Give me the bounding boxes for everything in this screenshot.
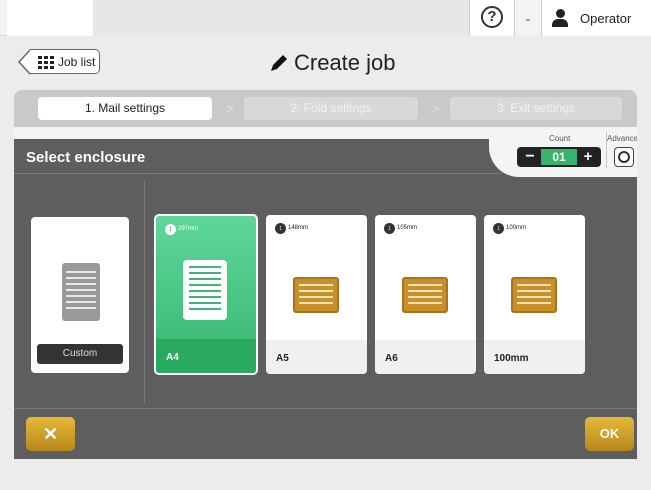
count-stepper: − 01 + [517,147,601,167]
chevron-right-icon: > [432,101,440,116]
document-icon [511,277,557,313]
gear-icon [618,151,630,163]
enclosure-name: 100mm [494,353,529,364]
enclosure-card-a5[interactable]: ↕ 148mm A5 [266,215,367,374]
help-button[interactable]: ? [469,0,514,36]
document-icon [62,263,100,321]
status-area [93,0,469,36]
enclosure-card-custom[interactable]: Custom [31,217,129,373]
help-icon: ? [481,6,503,28]
step-fold-settings[interactable]: 2. Fold settings [244,97,418,120]
top-bar: ? ⌄ Operator [0,0,651,36]
ok-button[interactable]: OK [585,417,634,451]
document-icon [402,277,448,313]
pencil-icon [271,55,287,71]
advanced-button[interactable] [614,147,634,167]
enclosure-card-a4[interactable]: ↕ 297mm A4 [154,214,258,375]
enclosure-card-100mm[interactable]: ↕ 100mm 100mm [484,215,585,374]
chevron-right-icon: > [226,101,234,116]
divider [144,181,145,403]
user-label: Operator [580,11,632,26]
count-label: Count [549,134,571,143]
height-icon: ↕ [275,223,286,234]
document-icon [293,277,339,313]
enclosure-name: A4 [166,352,179,363]
job-list-button[interactable]: Job list [30,49,100,74]
top-left-area [7,0,93,36]
step-progress: 1. Mail settings > 2. Fold settings > 3.… [14,90,637,127]
chevron-down-icon[interactable]: ⌄ [514,0,541,36]
step-mail-settings[interactable]: 1. Mail settings [38,97,212,120]
user-menu[interactable]: Operator [541,0,651,36]
enclosure-panel: Select enclosure Count − 01 + Advanced C… [14,127,637,459]
count-increment-button[interactable]: + [579,149,597,165]
height-icon: ↕ [165,224,176,235]
count-value: 01 [541,149,577,165]
user-icon [552,9,568,27]
enclosure-name: A5 [276,353,289,364]
cancel-button[interactable]: ✕ [26,417,75,451]
height-icon: ↕ [493,223,504,234]
panel-title: Select enclosure [26,149,146,166]
enclosure-name: A6 [385,353,398,364]
advanced-label: Advanced [607,134,637,143]
height-icon: ↕ [384,223,395,234]
document-icon [183,260,227,320]
step-exit-settings[interactable]: 3. Exit settings [450,97,622,120]
count-decrement-button[interactable]: − [521,149,539,165]
custom-button[interactable]: Custom [37,344,123,364]
enclosure-card-a6[interactable]: ↕ 105mm A6 [375,215,476,374]
grid-icon [38,56,54,69]
page-title: Create job [294,50,396,75]
job-list-label: Job list [58,55,96,69]
